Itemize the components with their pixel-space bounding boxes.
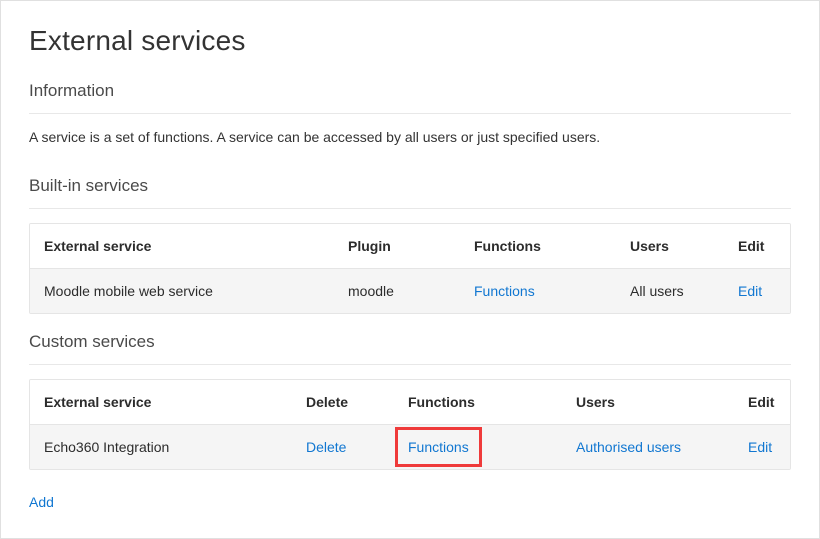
delete-link[interactable]: Delete xyxy=(306,439,346,455)
table-header-row: External service Plugin Functions Users … xyxy=(30,224,790,269)
cell-plugin: moodle xyxy=(348,283,474,299)
information-heading: Information xyxy=(29,81,791,101)
table-row: Moodle mobile web service moodle Functio… xyxy=(30,269,790,313)
highlighted-functions-box: Functions xyxy=(395,427,482,467)
add-service-link[interactable]: Add xyxy=(29,494,54,510)
divider xyxy=(29,208,791,209)
custom-services-heading: Custom services xyxy=(29,332,791,352)
col-header-users: Users xyxy=(576,394,748,410)
information-text: A service is a set of functions. A servi… xyxy=(29,128,791,148)
external-services-panel: External services Information A service … xyxy=(0,0,820,539)
col-header-users: Users xyxy=(630,238,738,254)
page-title: External services xyxy=(29,25,791,57)
col-header-delete: Delete xyxy=(306,394,408,410)
authorised-users-link[interactable]: Authorised users xyxy=(576,439,681,455)
col-header-service: External service xyxy=(44,394,306,410)
col-header-plugin: Plugin xyxy=(348,238,474,254)
table-row: Echo360 Integration Delete Functions Aut… xyxy=(30,425,790,469)
col-header-edit: Edit xyxy=(738,238,776,254)
col-header-service: External service xyxy=(44,238,348,254)
col-header-functions: Functions xyxy=(408,394,576,410)
cell-service-name: Echo360 Integration xyxy=(44,439,306,455)
functions-link[interactable]: Functions xyxy=(408,439,469,455)
functions-link[interactable]: Functions xyxy=(474,283,535,299)
custom-services-table: External service Delete Functions Users … xyxy=(29,379,791,470)
cell-service-name: Moodle mobile web service xyxy=(44,283,348,299)
builtin-services-heading: Built-in services xyxy=(29,176,791,196)
edit-link[interactable]: Edit xyxy=(748,439,772,455)
cell-users: All users xyxy=(630,283,738,299)
divider xyxy=(29,364,791,365)
divider xyxy=(29,113,791,114)
edit-link[interactable]: Edit xyxy=(738,283,762,299)
col-header-edit: Edit xyxy=(748,394,782,410)
builtin-services-table: External service Plugin Functions Users … xyxy=(29,223,791,314)
table-header-row: External service Delete Functions Users … xyxy=(30,380,790,425)
col-header-functions: Functions xyxy=(474,238,630,254)
